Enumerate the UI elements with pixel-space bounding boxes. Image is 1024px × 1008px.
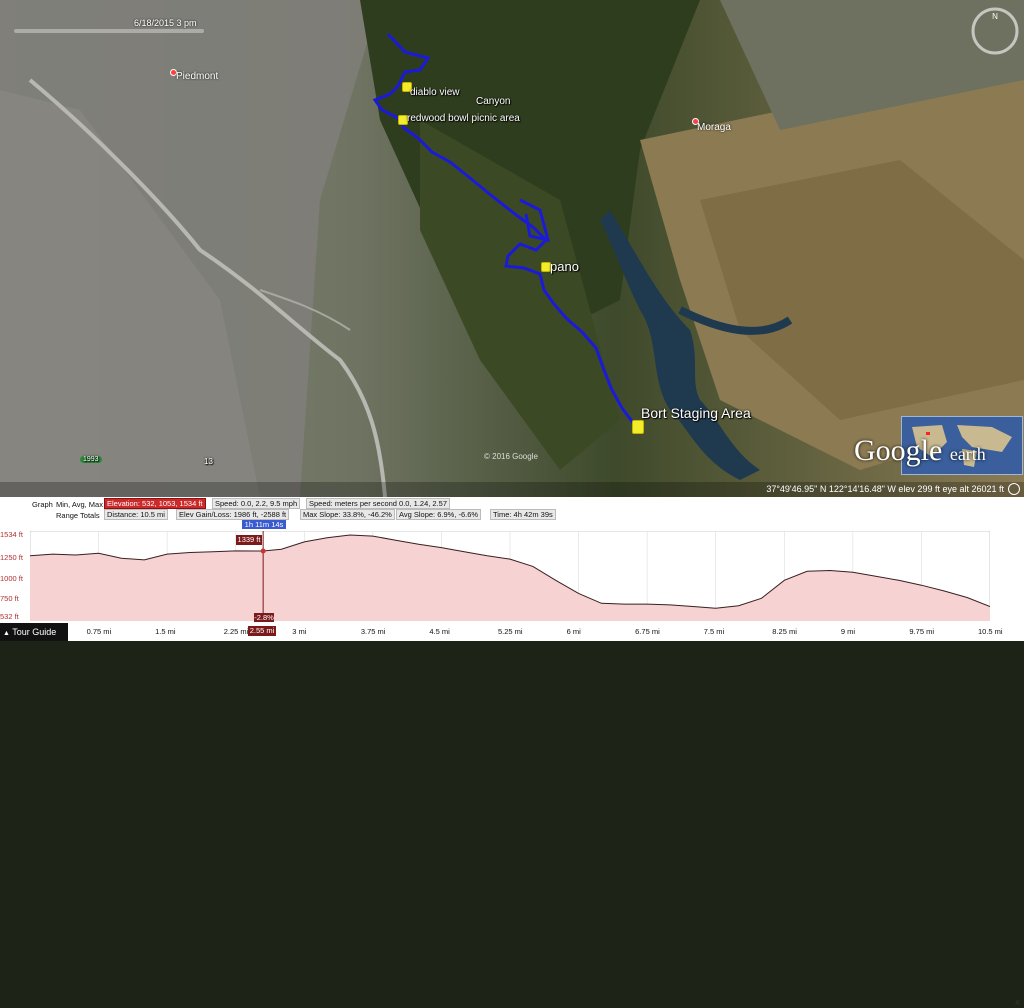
- y-tick-label: 1000 ft: [0, 573, 23, 583]
- satellite-imagery: [0, 0, 1024, 497]
- road-label: 13: [204, 457, 213, 466]
- navigation-compass[interactable]: N: [970, 6, 1020, 56]
- close-icon[interactable]: x: [1015, 997, 1020, 1008]
- y-tick-label: 1250 ft: [0, 553, 23, 563]
- x-tick-label: 0.75 mi: [86, 627, 112, 636]
- x-tick-label: 10.5 mi: [978, 627, 1003, 636]
- gain-loss-stat: Elev Gain/Loss: 1986 ft, -2588 ft: [176, 509, 290, 520]
- x-tick-label: 9 mi: [840, 627, 856, 636]
- road-shield-icon: 1993: [80, 456, 102, 463]
- graph-label: Graph: [32, 500, 53, 509]
- town-label-piedmont: Piedmont: [176, 71, 219, 82]
- y-tick-label: 750 ft: [0, 594, 19, 604]
- coordinates-readout: 37°49'46.95" N 122°14'16.48" W elev 299 …: [766, 484, 1004, 494]
- cursor-distance-label: 2.55 mi: [248, 626, 276, 636]
- y-tick-label: 532 ft: [0, 612, 19, 621]
- map-view[interactable]: 6/18/2015 3 pm Piedmont Moraga diablo vi…: [0, 0, 1024, 497]
- compass-icon[interactable]: N: [970, 6, 1020, 56]
- avg-slope-stat: Avg Slope: 6.9%, -6.6%: [396, 509, 482, 520]
- distance-stat: Distance: 10.5 mi: [104, 509, 168, 520]
- chart-cursor-dot: [260, 548, 266, 554]
- x-tick-label: 8.25 mi: [772, 627, 797, 636]
- town-label-moraga: Moraga: [697, 122, 731, 133]
- google-earth-logo: Google earth: [854, 434, 986, 468]
- time-slider[interactable]: 6/18/2015 3 pm: [14, 18, 204, 34]
- tour-guide-button[interactable]: ▲ Tour Guide: [0, 623, 68, 641]
- map-label-canyon: Canyon: [476, 96, 511, 107]
- x-tick-label: 1.5 mi: [155, 627, 176, 636]
- brand-earth: earth: [949, 444, 986, 464]
- x-tick-label: 4.5 mi: [429, 627, 450, 636]
- speed-stat[interactable]: Speed: 0.0, 2.2, 9.5 mph: [212, 498, 301, 509]
- elevation-chart[interactable]: [30, 531, 990, 621]
- tour-guide-label: Tour Guide: [12, 627, 57, 637]
- placemark-pano[interactable]: pano: [550, 259, 579, 274]
- x-tick-label: 5.25 mi: [498, 627, 523, 636]
- y-tick-label: 1534 ft: [0, 530, 23, 539]
- range-totals-label: Range Totals: [56, 511, 100, 520]
- brand-google: Google: [854, 434, 943, 467]
- streaming-indicator-icon: [1008, 483, 1020, 495]
- svg-text:N: N: [992, 12, 998, 21]
- cursor-elevation-label: 1339 ft: [236, 535, 262, 545]
- placemark-redwood-bowl[interactable]: redwood bowl picnic area: [407, 113, 520, 124]
- max-slope-stat: Max Slope: 33.8%, -46.2%: [300, 509, 395, 520]
- elevation-stat[interactable]: Elevation: 532, 1053, 1534 ft: [104, 498, 206, 509]
- pushpin-icon[interactable]: [632, 420, 644, 434]
- x-tick-label: 6.75 mi: [635, 627, 660, 636]
- x-tick-label: 9.75 mi: [909, 627, 935, 636]
- triangle-icon: ▲: [3, 630, 10, 637]
- min-avg-max-label: Min, Avg, Max: [56, 500, 103, 509]
- x-tick-label: 7.5 mi: [703, 627, 725, 636]
- status-bar: 37°49'46.95" N 122°14'16.48" W elev 299 …: [0, 482, 1024, 497]
- cursor-time-flag: 1h 11m 14s: [242, 520, 286, 529]
- placemark-diablo-view[interactable]: diablo view: [410, 87, 459, 98]
- x-tick-label: 6 mi: [566, 627, 581, 636]
- imagery-copyright: © 2016 Google: [484, 452, 538, 461]
- time-stat: Time: 4h 42m 39s: [490, 509, 556, 520]
- x-tick-label: 3 mi: [292, 627, 307, 636]
- x-tick-label: 2.25 mi: [223, 627, 249, 636]
- time-slider-date: 6/18/2015 3 pm: [134, 18, 197, 28]
- cursor-slope-label: -2.8%: [254, 613, 274, 622]
- speed-unit-stat[interactable]: Speed: meters per second 0.0, 1.24, 2.57: [306, 498, 451, 509]
- time-slider-track[interactable]: [14, 29, 204, 33]
- x-tick-label: 3.75 mi: [360, 627, 386, 636]
- placemark-bort-staging-area[interactable]: Bort Staging Area: [641, 405, 751, 421]
